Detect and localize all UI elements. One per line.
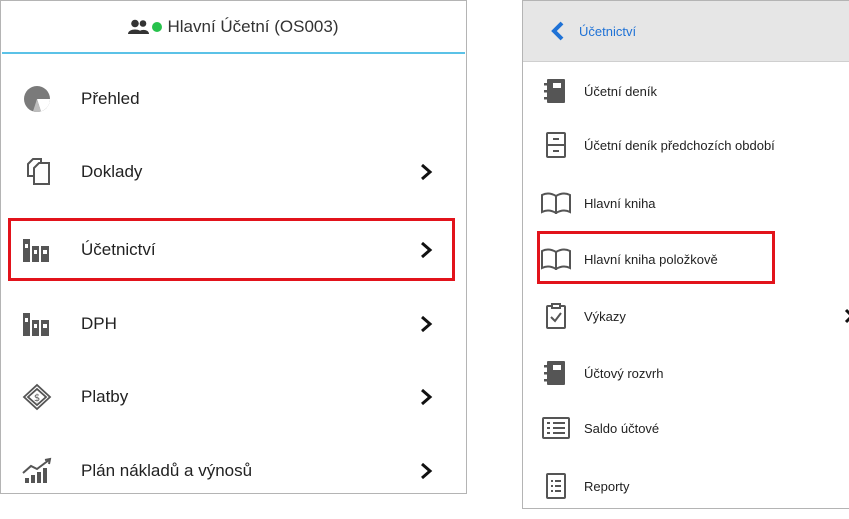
menu-item-label: Přehled [81, 89, 140, 108]
menu-item-label: Platby [81, 387, 129, 406]
chevron-right-icon [419, 388, 433, 406]
report-icon [541, 471, 571, 501]
submenu-item-label: Účetní deník [584, 83, 657, 99]
notebook-icon [541, 358, 571, 388]
submenu-item-label: Saldo účtové [584, 420, 660, 436]
submenu-item-ucetni-denik[interactable]: Účetní deník [523, 73, 849, 109]
submenu-item-label: Výkazy [584, 308, 626, 324]
submenu-item-uctovy-rozvrh[interactable]: Účtový rozvrh [523, 355, 849, 391]
submenu-item-reporty[interactable]: Reporty [523, 468, 849, 504]
menu-item-prehled[interactable]: Přehled [1, 79, 466, 119]
open-book-icon [541, 244, 571, 274]
submenu-item-label: Účtový rozvrh [584, 365, 664, 381]
submenu-item-hlavni-kniha[interactable]: Hlavní kniha [523, 185, 849, 221]
submenu-item-vykazy[interactable]: Výkazy [523, 298, 849, 334]
main-menu-panel: Hlavní Účetní (OS003) Přehled Doklady Úč… [0, 0, 467, 494]
notebook-icon [541, 76, 571, 106]
open-book-icon [541, 188, 571, 218]
menu-item-ucetnictvi[interactable]: Účetnictví [1, 230, 466, 270]
menu-item-dph[interactable]: DPH [1, 304, 466, 344]
submenu-item-label: Hlavní kniha položkově [584, 251, 718, 267]
menu-item-label: Plán nákladů a výnosů [81, 461, 253, 480]
submenu-item-label: Účetní deník předchozích období [584, 137, 775, 153]
chevron-right-icon [419, 315, 433, 333]
list-icon [541, 413, 571, 443]
books-icon [20, 234, 54, 266]
menu-item-label: DPH [81, 314, 117, 333]
pie-chart-icon [20, 83, 54, 115]
submenu-item-label: Reporty [584, 478, 630, 494]
chevron-right-icon [419, 163, 433, 181]
online-status-icon [152, 21, 163, 32]
back-chevron-icon[interactable] [551, 21, 565, 41]
menu-item-doklady[interactable]: Doklady [1, 152, 466, 192]
submenu-item-saldo-uctove[interactable]: Saldo účtové [523, 410, 849, 446]
menu-item-label: Doklady [81, 162, 143, 181]
header-title: Hlavní Účetní (OS003) [167, 16, 339, 36]
documents-icon [20, 156, 54, 188]
menu-header: Hlavní Účetní (OS003) [2, 1, 465, 54]
chevron-right-icon [843, 308, 849, 324]
clipboard-check-icon [541, 301, 571, 331]
chevron-right-icon [419, 462, 433, 480]
submenu-item-label: Hlavní kniha [584, 195, 656, 211]
submenu-header: Účetnictví [523, 1, 849, 62]
menu-item-label: Účetnictví [81, 240, 156, 259]
growth-chart-icon [20, 455, 54, 487]
menu-item-platby[interactable]: $ Platby [1, 377, 466, 417]
menu-item-plan-nakladu[interactable]: Plán nákladů a výnosů [1, 451, 466, 491]
chevron-right-icon [419, 241, 433, 259]
submenu-title[interactable]: Účetnictví [579, 24, 636, 39]
money-icon: $ [20, 381, 54, 413]
submenu-panel: Účetnictví Účetní deník Účetní deník pře… [522, 0, 849, 509]
books-icon [20, 308, 54, 340]
archive-icon [541, 130, 571, 160]
svg-text:$: $ [34, 393, 40, 404]
users-icon [128, 19, 150, 35]
submenu-item-ucetni-denik-predchozich[interactable]: Účetní deník předchozích období [523, 127, 849, 163]
submenu-item-hlavni-kniha-polozkove[interactable]: Hlavní kniha položkově [523, 241, 849, 277]
